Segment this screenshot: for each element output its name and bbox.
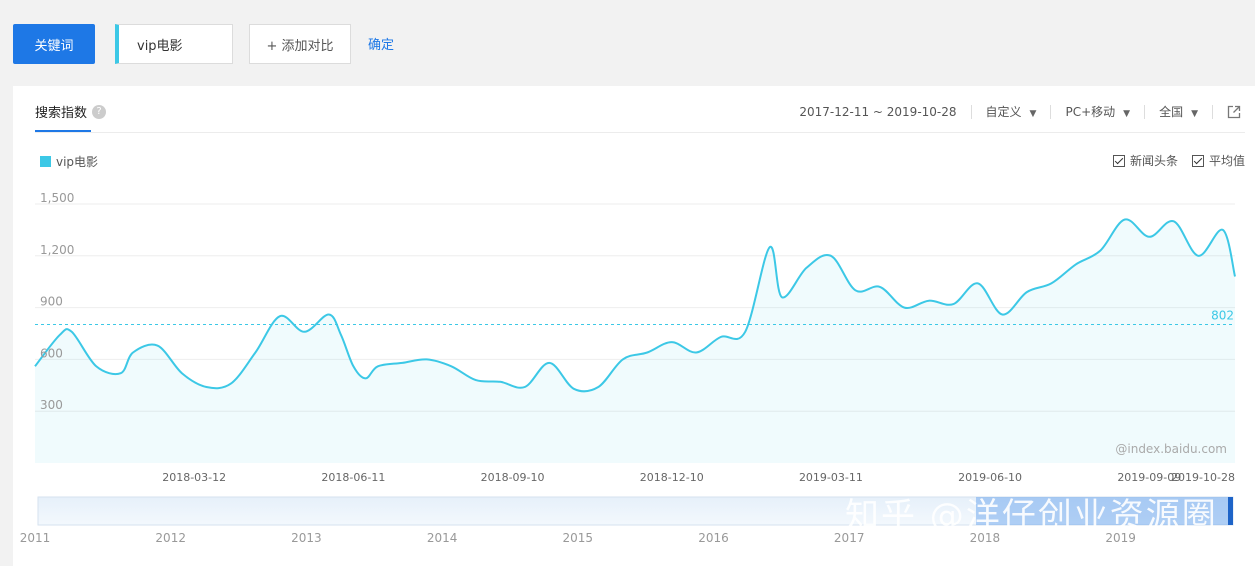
trend-chart: 802 300 600 900 1,200 1,500 2018-03-12 2018-0… [20, 191, 1236, 545]
baidu-watermark: @index.baidu.com [1115, 442, 1227, 456]
y-tick-label: 1,500 [40, 191, 74, 205]
navigator-year-label: 2016 [698, 531, 729, 545]
navigator-year-label: 2014 [427, 531, 458, 545]
x-tick-label: 2018-09-10 [481, 471, 545, 484]
navigator-year-label: 2012 [155, 531, 186, 545]
navigator-year-label: 2011 [20, 531, 51, 545]
navigator-year-label: 2013 [291, 531, 322, 545]
zhihu-watermark: 知乎 @洋仔创业资源圈 [845, 496, 1218, 536]
y-tick-label: 1,200 [40, 243, 74, 257]
navigator-handle[interactable] [1228, 497, 1233, 525]
y-tick-label: 600 [40, 346, 63, 360]
average-value-label: 802 [1211, 309, 1234, 323]
y-tick-label: 900 [40, 295, 63, 309]
x-tick-label: 2018-12-10 [640, 471, 704, 484]
x-tick-label: 2019-06-10 [958, 471, 1022, 484]
y-tick-label: 300 [40, 398, 63, 412]
x-tick-label: 2019-10-28 [1171, 471, 1235, 484]
x-tick-label: 2018-06-11 [321, 471, 385, 484]
x-tick-label: 2019-03-11 [799, 471, 863, 484]
x-tick-label: 2018-03-12 [162, 471, 226, 484]
navigator-year-label: 2015 [563, 531, 594, 545]
